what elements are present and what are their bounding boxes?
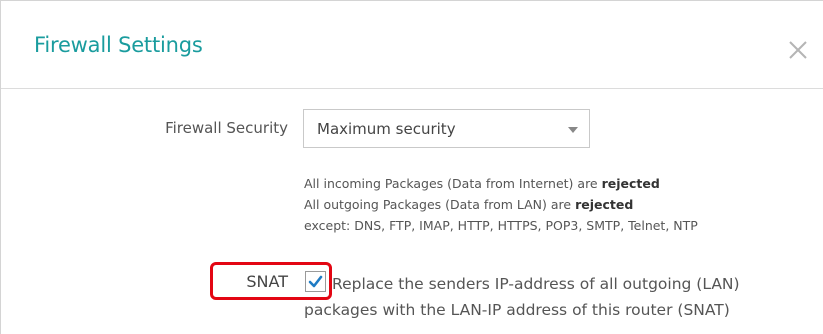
dialog-title: Firewall Settings — [34, 33, 203, 57]
checkmark-icon — [308, 275, 323, 288]
info-line-exceptions: except: DNS, FTP, IMAP, HTTP, HTTPS, POP… — [304, 218, 698, 233]
snat-checkbox[interactable] — [305, 271, 326, 292]
dialog-header: Firewall Settings — [1, 1, 823, 89]
firewall-security-label: Firewall Security — [165, 119, 288, 137]
info-line-outgoing: All outgoing Packages (Data from LAN) ar… — [304, 197, 634, 212]
close-icon[interactable] — [785, 37, 811, 63]
snat-description: Replace the senders IP-address of all ou… — [304, 275, 740, 319]
snat-label: SNAT — [246, 272, 288, 291]
caret-down-icon — [568, 127, 578, 133]
info-line-incoming: All incoming Packages (Data from Interne… — [304, 176, 660, 191]
firewall-settings-dialog: Firewall Settings Firewall Security Maxi… — [0, 0, 823, 334]
firewall-security-value: Maximum security — [317, 120, 456, 138]
firewall-security-select[interactable]: Maximum security — [303, 109, 590, 148]
firewall-info-text: All incoming Packages (Data from Interne… — [304, 173, 698, 236]
